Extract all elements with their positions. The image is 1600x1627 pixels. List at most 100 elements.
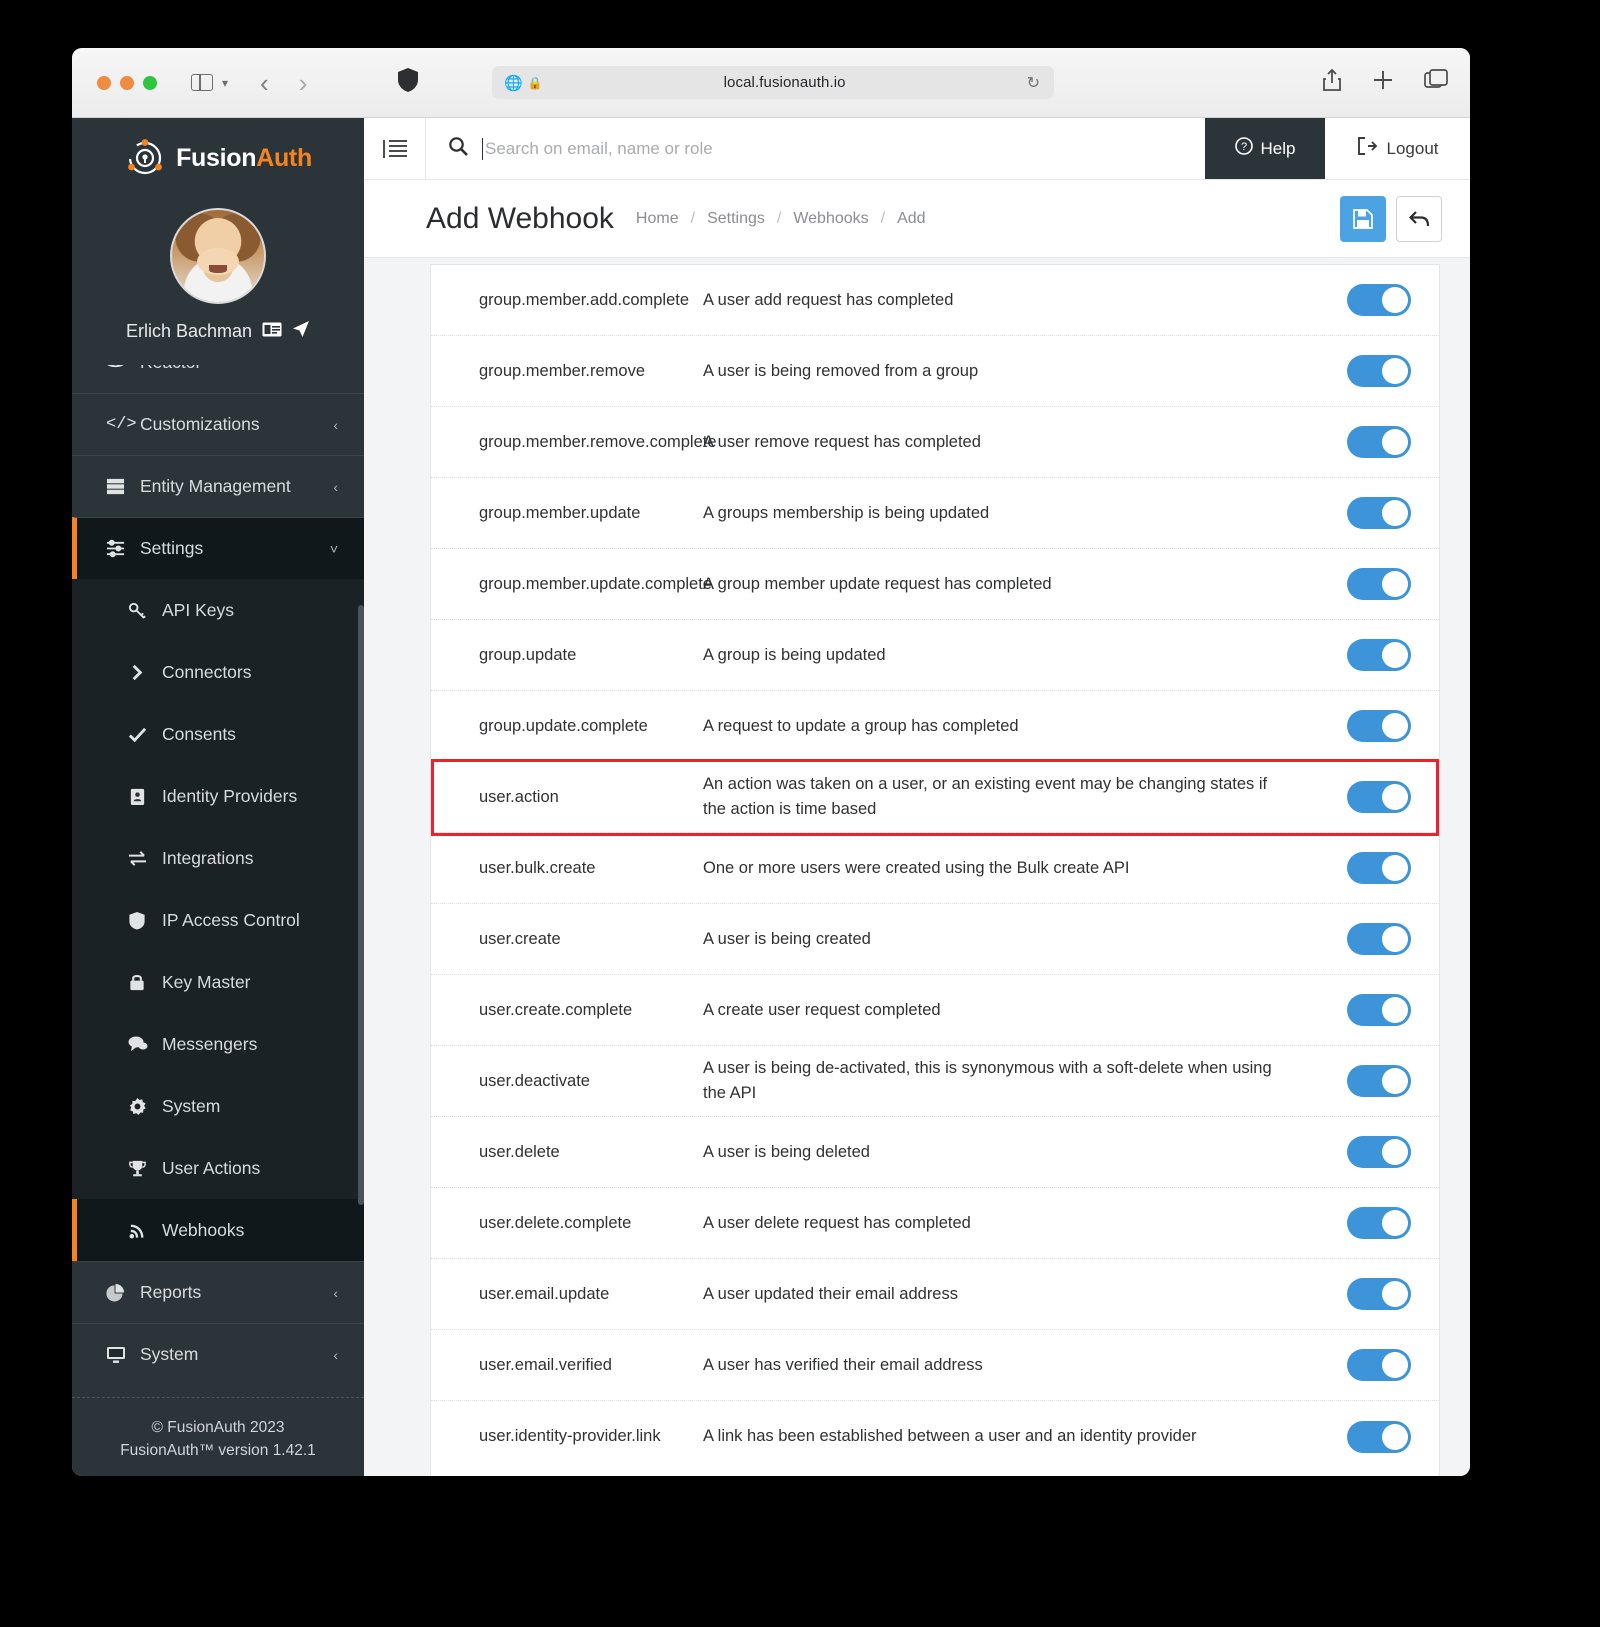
event-enabled-toggle[interactable] (1347, 1420, 1411, 1453)
event-enabled-toggle[interactable] (1347, 1065, 1411, 1097)
sidebar-item-label: User Actions (162, 1157, 261, 1178)
event-toggle-cell (1319, 1278, 1439, 1310)
page-header: Add Webhook Home / Settings / Webhooks / Add (364, 180, 1470, 258)
sidebar-item-key-master[interactable]: Key Master (72, 951, 364, 1013)
close-window-button[interactable] (97, 75, 111, 90)
event-enabled-toggle[interactable] (1347, 355, 1411, 387)
sidebar-footer: © FusionAuth 2023 FusionAuth™ version 1.… (72, 1396, 364, 1477)
logout-button[interactable]: Logout (1325, 118, 1470, 179)
breadcrumb-item-settings[interactable]: Settings (707, 210, 765, 228)
sidebar-item-reactor[interactable]: Reactor (72, 365, 364, 393)
event-name: user.delete (479, 1142, 560, 1161)
reload-icon[interactable]: ↻ (1027, 73, 1040, 93)
forward-chevron-icon[interactable]: › (299, 70, 308, 96)
top-bar: ? Help Logout (364, 118, 1470, 180)
sidebar-item-label: System (140, 1344, 199, 1364)
event-name: group.member.update.complete (479, 574, 712, 593)
collapse-menu-icon[interactable] (364, 118, 426, 179)
minimize-window-button[interactable] (120, 75, 134, 90)
sidebar-item-reports[interactable]: Reports ‹ (72, 1261, 364, 1323)
sidebar-item-system[interactable]: System (72, 1075, 364, 1137)
event-enabled-toggle[interactable] (1347, 1136, 1411, 1168)
sidebar-item-ip-access-control[interactable]: IP Access Control (72, 889, 364, 951)
avatar[interactable] (170, 208, 266, 304)
event-description: A user delete request has completed (703, 1213, 971, 1232)
event-name: user.delete.complete (479, 1213, 632, 1232)
sidebar-toggle-button[interactable]: ▾ (191, 74, 228, 91)
sidebar-item-customizations[interactable]: </> Customizations ‹ (72, 393, 364, 455)
sidebar: FusionAuth Erlich Bachman Reactor </>Cust… (72, 118, 364, 1476)
event-enabled-toggle[interactable] (1347, 639, 1411, 671)
sidebar-item-webhooks[interactable]: Webhooks (72, 1199, 364, 1261)
sidebar-item-connectors[interactable]: Connectors (72, 641, 364, 703)
event-enabled-toggle[interactable] (1347, 994, 1411, 1026)
sidebar-item-integrations[interactable]: Integrations (72, 827, 364, 889)
cancel-button[interactable] (1396, 195, 1442, 242)
chevron-right-icon (128, 663, 162, 682)
sidebar-item-system[interactable]: System ‹ (72, 1323, 364, 1385)
event-name: group.member.remove (479, 361, 645, 380)
sidebar-item-identity-providers[interactable]: Identity Providers (72, 765, 364, 827)
breadcrumb-item-add[interactable]: Add (897, 210, 925, 228)
event-enabled-toggle[interactable] (1347, 284, 1411, 316)
plus-icon[interactable] (1372, 69, 1394, 96)
pie-chart-icon (106, 1283, 140, 1302)
send-icon[interactable] (292, 320, 310, 343)
help-button[interactable]: ? Help (1205, 118, 1325, 179)
event-enabled-toggle[interactable] (1347, 497, 1411, 529)
back-chevron-icon[interactable]: ‹ (260, 70, 269, 96)
sidebar-item-label: Entity Management (140, 476, 291, 496)
event-toggle-cell (1319, 639, 1439, 671)
event-enabled-toggle[interactable] (1347, 426, 1411, 458)
breadcrumb-separator: / (880, 209, 886, 227)
sliders-icon (106, 539, 140, 558)
event-name: user.bulk.create (479, 858, 596, 877)
event-enabled-toggle[interactable] (1347, 1349, 1411, 1381)
sidebar-item-entity-management[interactable]: Entity Management ‹ (72, 455, 364, 517)
share-icon[interactable] (1322, 68, 1342, 97)
svg-text:?: ? (1240, 141, 1246, 153)
event-enabled-toggle[interactable] (1347, 1278, 1411, 1310)
event-enabled-toggle[interactable] (1347, 710, 1411, 742)
event-toggle-cell (1319, 1136, 1439, 1168)
event-enabled-toggle[interactable] (1347, 568, 1411, 600)
tabs-icon[interactable] (1424, 69, 1448, 96)
chrome-right-actions (1322, 68, 1448, 97)
event-enabled-toggle[interactable] (1347, 781, 1411, 813)
id-card-icon[interactable] (262, 322, 282, 342)
sidebar-item-consents[interactable]: Consents (72, 703, 364, 765)
breadcrumb-item-home[interactable]: Home (636, 210, 679, 228)
user-name-label: Erlich Bachman (125, 321, 253, 341)
maximize-window-button[interactable] (143, 75, 157, 90)
application: FusionAuth Erlich Bachman Reactor </>Cust… (72, 118, 1470, 1476)
table-row: group.member.update.complete A group memb… (431, 549, 1439, 620)
event-name: user.email.verified (479, 1355, 612, 1374)
sidebar-item-settings[interactable]: Settings ˅ (72, 517, 364, 579)
breadcrumb-item-webhooks[interactable]: Webhooks (793, 210, 868, 228)
sidebar-menu: Reactor</>Customizations‹Entity Manageme… (72, 365, 364, 1385)
event-enabled-toggle[interactable] (1347, 852, 1411, 884)
browser-nav-arrows: ‹ › (260, 70, 307, 96)
chevron-icon: ˅ (329, 540, 338, 557)
sidebar-item-user-actions[interactable]: User Actions (72, 1137, 364, 1199)
search-input[interactable] (482, 137, 1205, 160)
table-row: user.create.complete A create user reques… (431, 975, 1439, 1046)
chevron-down-icon: ▾ (222, 75, 229, 90)
address-bar[interactable]: 🌐 🔒 local.fusionauth.io ↻ (492, 66, 1054, 99)
sidebar-item-api-keys[interactable]: API Keys (72, 579, 364, 641)
event-description: A create user request completed (703, 1000, 941, 1019)
event-enabled-toggle[interactable] (1347, 923, 1411, 955)
table-row: group.member.update A groups membership i… (431, 478, 1439, 549)
desktop-icon (106, 1346, 140, 1364)
event-enabled-toggle[interactable] (1347, 1207, 1411, 1239)
table-row: group.update.complete A request to update… (431, 691, 1439, 762)
shield-icon[interactable] (397, 67, 419, 98)
exchange-icon (128, 849, 162, 868)
save-button[interactable] (1340, 195, 1386, 242)
table-row: user.create A user is being created (431, 904, 1439, 975)
event-toggle-cell (1319, 355, 1439, 387)
brand-logo[interactable]: FusionAuth (72, 118, 364, 198)
breadcrumb-separator: / (776, 209, 782, 227)
table-row: user.identity-provider.link A link has be… (431, 1401, 1439, 1472)
sidebar-item-messengers[interactable]: Messengers (72, 1013, 364, 1075)
